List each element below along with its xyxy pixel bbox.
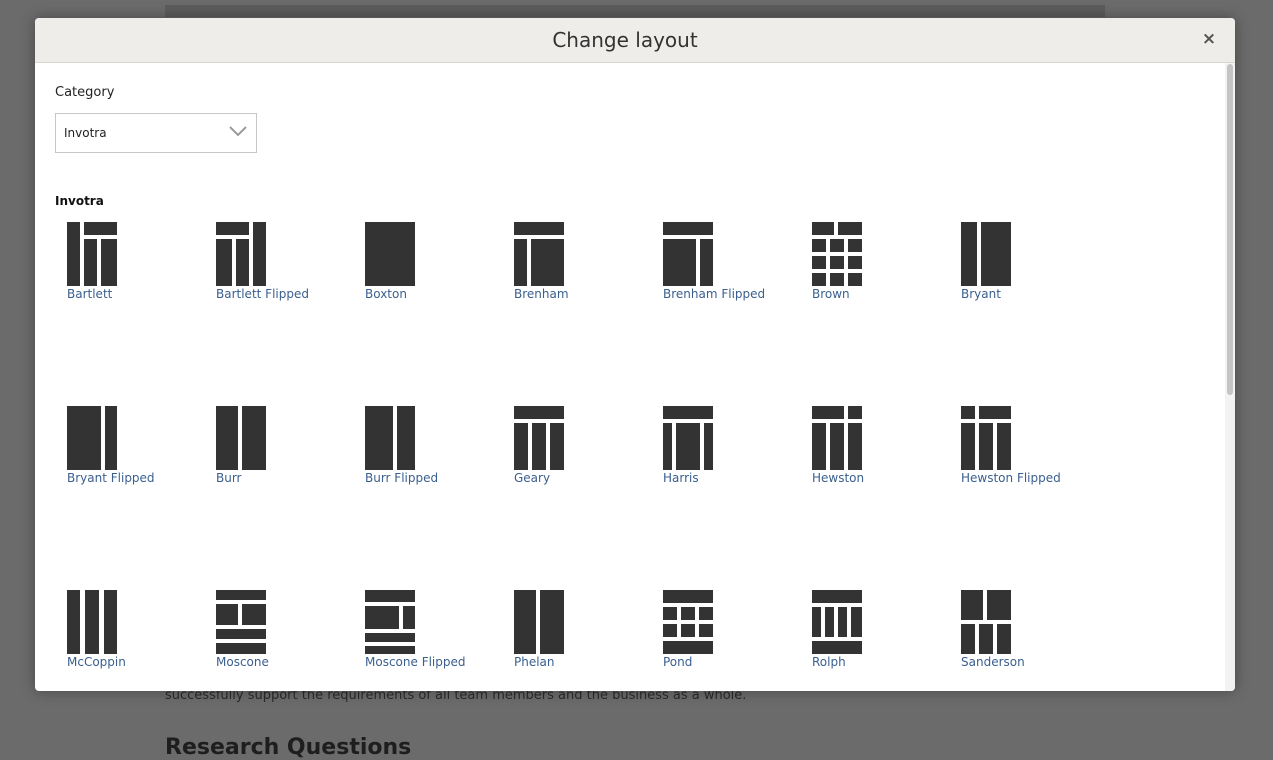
background-heading: Research Questions bbox=[165, 735, 412, 760]
brenham-flipped-layout-icon bbox=[663, 222, 713, 286]
layout-option[interactable]: Boxton bbox=[353, 222, 473, 332]
layout-option[interactable]: Brenham Flipped bbox=[651, 222, 771, 332]
burr-layout-icon bbox=[216, 406, 266, 470]
brown-layout-icon bbox=[812, 222, 862, 286]
layout-option-label[interactable]: Bartlett Flipped bbox=[216, 287, 309, 301]
scrollbar-thumb[interactable] bbox=[1227, 64, 1233, 395]
layout-option[interactable]: Burr Flipped bbox=[353, 406, 473, 516]
layout-option-label[interactable]: Pond bbox=[663, 655, 692, 669]
harris-layout-icon bbox=[663, 406, 713, 470]
bartlett-flipped-layout-icon bbox=[216, 222, 266, 286]
layout-option[interactable]: Geary bbox=[502, 406, 622, 516]
layout-option-label[interactable]: Bartlett bbox=[67, 287, 112, 301]
layout-option-label[interactable]: Brenham bbox=[514, 287, 569, 301]
hewston-layout-icon bbox=[812, 406, 862, 470]
layout-option-label[interactable]: Rolph bbox=[812, 655, 846, 669]
geary-layout-icon bbox=[514, 406, 564, 470]
mccoppin-layout-icon bbox=[67, 590, 117, 654]
change-layout-dialog: Change layout × Category Invotra Invotra… bbox=[35, 18, 1235, 691]
layout-option[interactable]: Hewston bbox=[800, 406, 920, 516]
close-button[interactable]: × bbox=[1199, 28, 1219, 50]
dialog-title: Change layout bbox=[552, 28, 698, 52]
layout-option[interactable]: Bartlett Flipped bbox=[204, 222, 324, 332]
layout-option[interactable]: Moscone Flipped bbox=[353, 590, 473, 691]
category-label: Category bbox=[55, 85, 115, 100]
layout-option-label[interactable]: Bryant Flipped bbox=[67, 471, 155, 485]
bartlett-layout-icon bbox=[67, 222, 117, 286]
layout-option-label[interactable]: Boxton bbox=[365, 287, 407, 301]
layout-option[interactable]: Brenham bbox=[502, 222, 622, 332]
layout-option-label[interactable]: Bryant bbox=[961, 287, 1001, 301]
hewston-flipped-layout-icon bbox=[961, 406, 1011, 470]
layout-option[interactable]: Hewston Flipped bbox=[949, 406, 1069, 516]
layout-option[interactable]: Burr bbox=[204, 406, 324, 516]
layout-option[interactable]: Moscone bbox=[204, 590, 324, 691]
layout-option-label[interactable]: Harris bbox=[663, 471, 699, 485]
layout-option-label[interactable]: Hewston Flipped bbox=[961, 471, 1061, 485]
chevron-down-icon bbox=[229, 126, 247, 137]
layout-option[interactable]: Bryant bbox=[949, 222, 1069, 332]
layout-option-label[interactable]: Moscone Flipped bbox=[365, 655, 466, 669]
section-title: Invotra bbox=[55, 194, 104, 208]
sanderson-layout-icon bbox=[961, 590, 1011, 654]
boxton-layout-icon bbox=[365, 222, 415, 286]
layout-option[interactable]: Sanderson bbox=[949, 590, 1069, 691]
bryant-flipped-layout-icon bbox=[67, 406, 117, 470]
layout-option[interactable]: Brown bbox=[800, 222, 920, 332]
phelan-layout-icon bbox=[514, 590, 564, 654]
brenham-layout-icon bbox=[514, 222, 564, 286]
layout-option[interactable]: Phelan bbox=[502, 590, 622, 691]
burr-flipped-layout-icon bbox=[365, 406, 415, 470]
layout-option[interactable]: Harris bbox=[651, 406, 771, 516]
layout-option[interactable]: Rolph bbox=[800, 590, 920, 691]
moscone-layout-icon bbox=[216, 590, 266, 654]
moscone-flipped-layout-icon bbox=[365, 590, 415, 654]
layout-option[interactable]: Pond bbox=[651, 590, 771, 691]
dialog-header: Change layout × bbox=[35, 18, 1235, 63]
dialog-body: Category Invotra Invotra Bartlett Bartlet… bbox=[35, 63, 1225, 691]
rolph-layout-icon bbox=[812, 590, 862, 654]
pond-layout-icon bbox=[663, 590, 713, 654]
category-selected-value: Invotra bbox=[64, 126, 107, 140]
dialog-scrollbar[interactable] bbox=[1225, 63, 1235, 691]
layout-option[interactable]: Bartlett bbox=[55, 222, 175, 332]
layout-option-label[interactable]: Phelan bbox=[514, 655, 555, 669]
layout-option-label[interactable]: Sanderson bbox=[961, 655, 1025, 669]
category-select[interactable]: Invotra bbox=[55, 113, 257, 153]
layout-option-label[interactable]: Burr Flipped bbox=[365, 471, 438, 485]
layout-option-label[interactable]: Burr bbox=[216, 471, 242, 485]
layout-option[interactable]: McCoppin bbox=[55, 590, 175, 691]
layout-option[interactable]: Bryant Flipped bbox=[55, 406, 175, 516]
layout-option-label[interactable]: McCoppin bbox=[67, 655, 126, 669]
layout-option-label[interactable]: Brown bbox=[812, 287, 850, 301]
layout-option-label[interactable]: Hewston bbox=[812, 471, 864, 485]
layout-option-label[interactable]: Moscone bbox=[216, 655, 269, 669]
layout-option-label[interactable]: Geary bbox=[514, 471, 550, 485]
bryant-layout-icon bbox=[961, 222, 1011, 286]
background-topbar bbox=[165, 5, 1105, 17]
layout-option-label[interactable]: Brenham Flipped bbox=[663, 287, 765, 301]
